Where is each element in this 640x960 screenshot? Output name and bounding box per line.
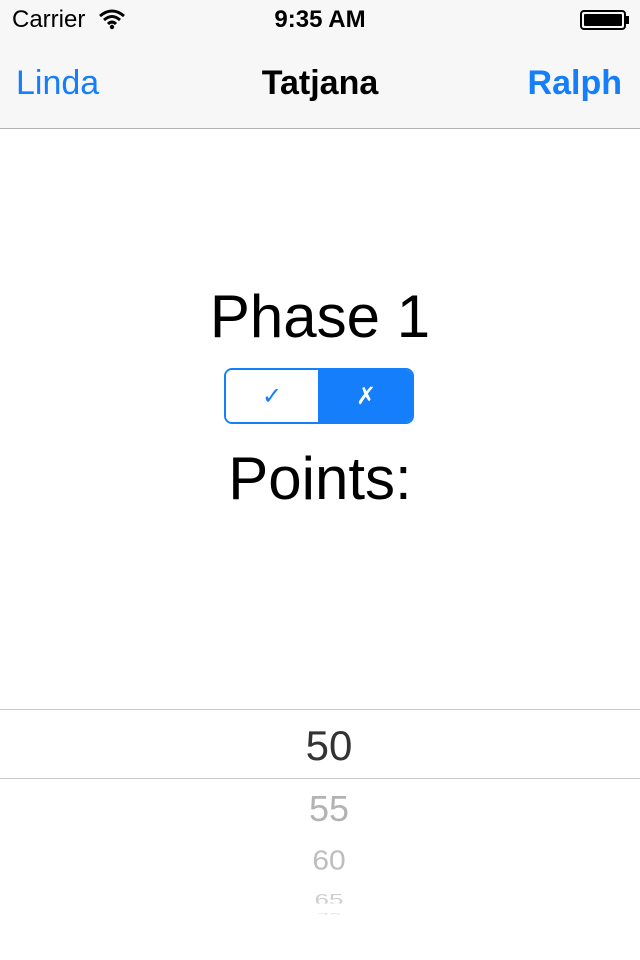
picker-item[interactable]: 65 bbox=[0, 890, 640, 903]
points-label: Points: bbox=[228, 445, 412, 512]
navigation-bar: Linda Tatjana Ralph bbox=[0, 40, 640, 128]
status-time: 9:35 AM bbox=[274, 6, 366, 33]
picker-top-line bbox=[0, 709, 640, 710]
top-bar: Carrier 9:35 AM Linda Tatjana Ralph bbox=[0, 0, 640, 129]
picker-bottom-line bbox=[0, 778, 640, 779]
picker-item[interactable]: 70 bbox=[0, 912, 640, 915]
picker-item[interactable]: 55 bbox=[0, 788, 640, 830]
battery-icon bbox=[580, 10, 630, 30]
status-bar: Carrier 9:35 AM bbox=[0, 0, 640, 40]
segment-cross[interactable]: ✗ bbox=[320, 370, 412, 422]
points-picker[interactable]: 50 55 60 65 70 bbox=[0, 700, 640, 920]
phase-title: Phase 1 bbox=[209, 283, 431, 350]
picker-item-selected[interactable]: 50 bbox=[0, 722, 640, 770]
segment-check[interactable]: ✓ bbox=[226, 370, 320, 422]
app-screen: Carrier 9:35 AM Linda Tatjana Ralph Phas… bbox=[0, 0, 640, 960]
cross-icon: ✗ bbox=[355, 382, 377, 410]
nav-forward-button[interactable]: Ralph bbox=[528, 64, 622, 103]
picker-item[interactable]: 60 bbox=[0, 845, 640, 876]
result-segmented-control: ✓ ✗ bbox=[224, 368, 414, 424]
check-icon: ✓ bbox=[261, 382, 283, 410]
